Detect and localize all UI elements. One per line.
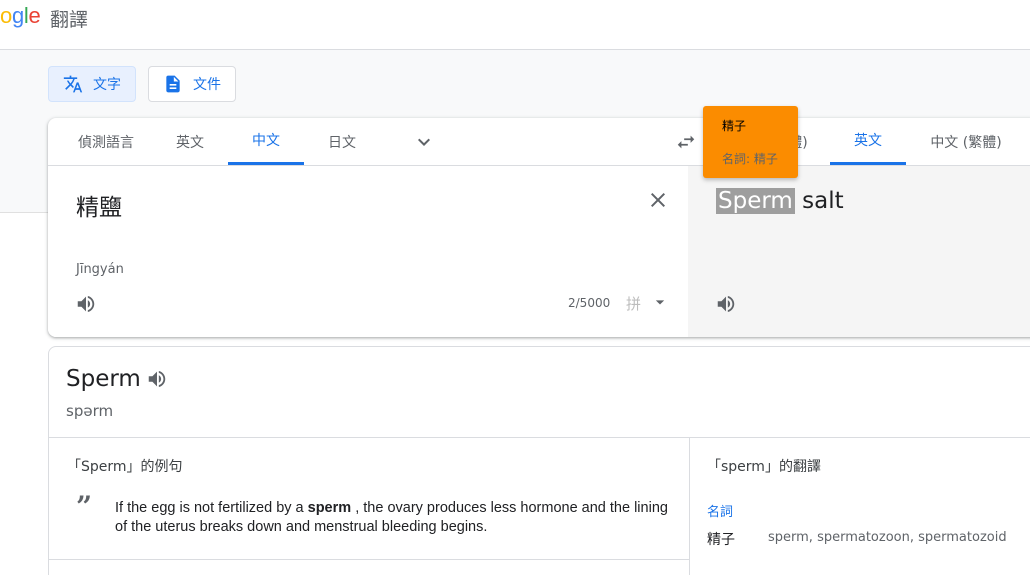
- translation-rest: salt: [794, 188, 844, 214]
- translation-term[interactable]: 精子: [707, 529, 735, 549]
- document-icon: [166, 75, 180, 93]
- character-counter: 2/5000: [568, 296, 611, 310]
- target-pane: Sperm salt: [688, 166, 1030, 337]
- part-of-speech: 名詞: [707, 505, 734, 520]
- tab-target-english[interactable]: 英文: [830, 118, 906, 165]
- document-mode-button[interactable]: 文件: [148, 66, 236, 102]
- text-mode-button[interactable]: 文字: [48, 66, 136, 102]
- source-text-input[interactable]: 精鹽: [76, 188, 122, 222]
- input-method-dropdown[interactable]: [650, 292, 670, 312]
- highlighted-word[interactable]: Sperm: [716, 188, 795, 214]
- examples-heading: 「Sperm」的例句: [67, 459, 183, 475]
- translator-card: 偵測語言 英文 中文 日文 體) 英文 中文 (繁體) 精鹽 Jīngyán 2…: [48, 118, 1030, 337]
- close-icon: [651, 193, 665, 207]
- dictionary-word: Sperm: [66, 366, 141, 392]
- speaker-icon: [77, 295, 95, 313]
- caret-down-icon: [655, 300, 665, 305]
- app-title: 翻譯: [50, 9, 89, 31]
- tooltip-definition: 名詞: 精子: [722, 152, 778, 166]
- listen-source-button[interactable]: [74, 292, 98, 316]
- chevron-down-icon: [418, 138, 430, 146]
- listen-translation-button[interactable]: [714, 292, 738, 316]
- divider: [689, 437, 690, 575]
- divider: [49, 559, 689, 560]
- example-sentence: If the egg is not fertilized by a sperm …: [115, 499, 675, 537]
- clear-source-button[interactable]: [646, 188, 670, 212]
- transliteration: Jīngyán: [76, 262, 124, 277]
- swap-icon: [677, 135, 695, 149]
- source-pane: 精鹽 Jīngyán 2/5000 拼: [48, 166, 688, 337]
- example-text-before: If the egg is not fertilized by a: [115, 500, 308, 516]
- translate-icon: [63, 75, 83, 93]
- translation-synonyms[interactable]: sperm, spermatozoon, spermatozoid: [768, 530, 1007, 545]
- example-keyword: sperm: [307, 500, 352, 516]
- tab-target-chinese-traditional[interactable]: 中文 (繁體): [916, 118, 1016, 165]
- tab-source-english[interactable]: 英文: [154, 118, 226, 165]
- swap-languages-button[interactable]: [674, 130, 698, 154]
- phonetic: spərm: [66, 402, 114, 420]
- word-tooltip: 精子 名詞: 精子: [703, 106, 798, 178]
- tab-source-chinese[interactable]: 中文: [228, 118, 304, 165]
- tab-detect-language[interactable]: 偵測語言: [58, 118, 154, 165]
- language-bar: 偵測語言 英文 中文 日文 體) 英文 中文 (繁體): [48, 118, 1030, 166]
- listen-word-button[interactable]: [145, 367, 169, 391]
- translations-heading: 「sperm」的翻譯: [707, 459, 821, 475]
- app-header: ogle 翻譯: [0, 0, 1030, 50]
- source-language-dropdown[interactable]: [412, 130, 436, 154]
- speaker-icon: [148, 370, 166, 388]
- speaker-icon: [717, 295, 735, 313]
- tab-source-japanese[interactable]: 日文: [304, 118, 380, 165]
- translation-output: Sperm salt: [716, 188, 844, 214]
- divider: [49, 437, 1030, 438]
- google-logo[interactable]: ogle: [0, 3, 41, 29]
- text-mode-label: 文字: [93, 77, 121, 93]
- dictionary-panel: Sperm spərm 「Sperm」的例句 ” If the egg is n…: [48, 346, 1030, 575]
- input-method-button[interactable]: 拼: [626, 293, 641, 314]
- quote-icon: ”: [76, 490, 93, 523]
- document-mode-label: 文件: [193, 77, 221, 93]
- tooltip-word: 精子: [722, 119, 747, 133]
